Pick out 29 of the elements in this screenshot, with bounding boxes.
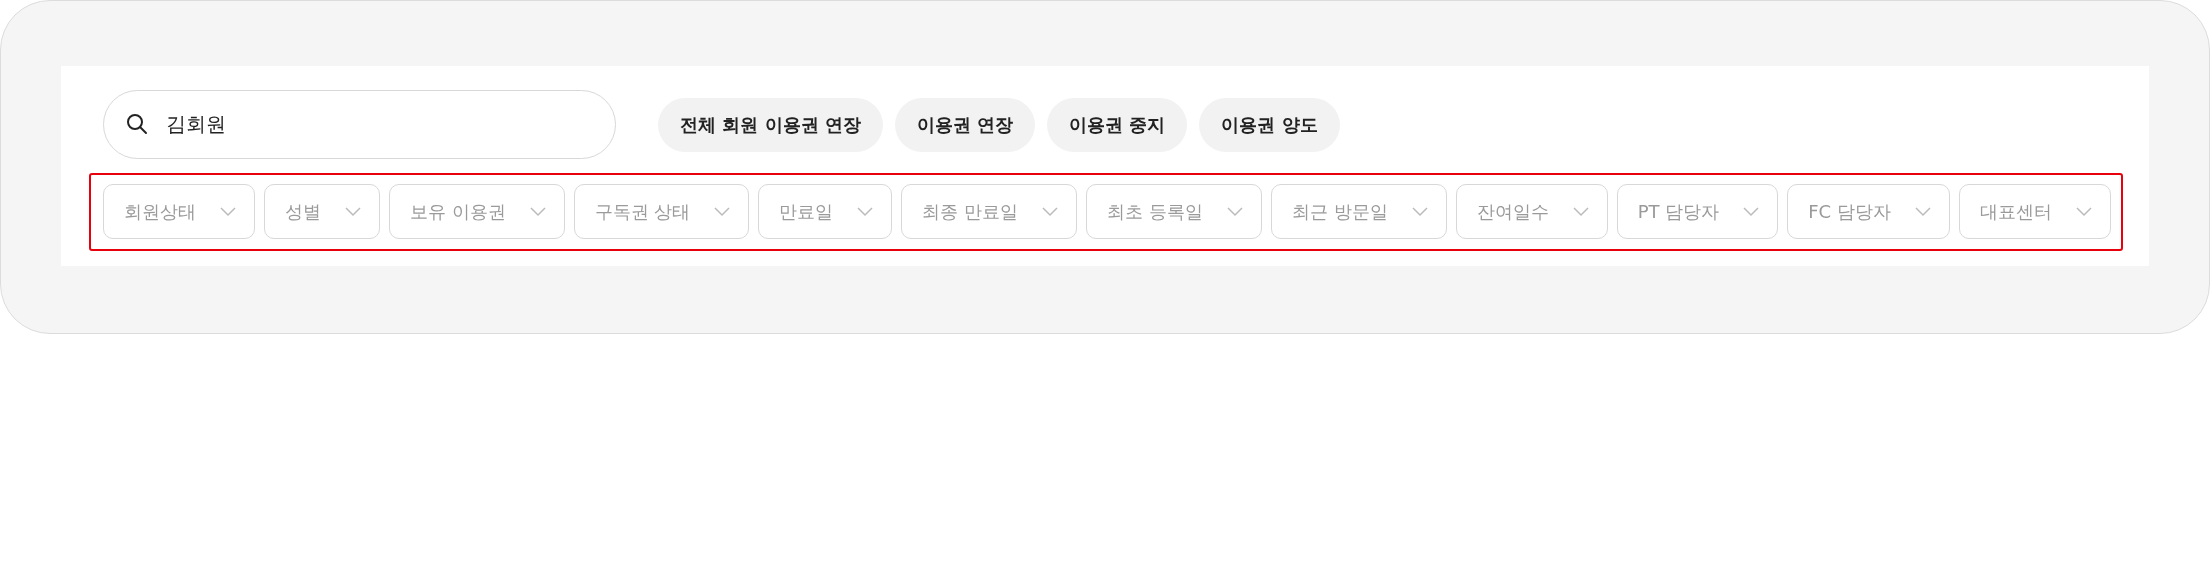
search-field[interactable]: 김회원 [103, 90, 616, 159]
chevron-icon [220, 206, 236, 217]
chevron-icon [1914, 206, 1931, 217]
filter-dropdown[interactable]: 대표센터 [1958, 184, 2111, 239]
filter-dropdown[interactable]: 최근 방문일 [1270, 184, 1447, 239]
chevron-icon [529, 206, 546, 217]
chevron-icon [1572, 206, 1589, 217]
chevron-icon [1743, 206, 1760, 217]
filter-dropdown[interactable]: 성별 [264, 184, 380, 239]
chevron-icon [1042, 206, 1059, 217]
filter-dropdown[interactable]: 잔여일수 [1455, 184, 1608, 239]
filter-dropdown[interactable]: 구독권 상태 [573, 184, 750, 239]
chevron-icon [857, 206, 874, 217]
chevron-icon [345, 206, 361, 217]
filter-dropdown[interactable]: FC 담당자 [1787, 184, 1950, 239]
filter-dropdown[interactable]: 회원상태 [103, 184, 255, 239]
filter-dropdown[interactable]: PT 담당자 [1616, 184, 1779, 239]
chevron-icon [1226, 206, 1243, 217]
action-button[interactable]: 전체 회원 이용권 연장 [658, 97, 883, 152]
chevron-icon [714, 206, 731, 217]
chevron-icon [2075, 206, 2092, 217]
action-button[interactable]: 이용권 중지 [1047, 97, 1188, 152]
action-button[interactable]: 이용권 연장 [894, 97, 1036, 152]
action-button[interactable]: 이용권 양도 [1199, 97, 1340, 152]
filter-dropdown[interactable]: 보유 이용권 [389, 184, 565, 239]
filter-dropdown[interactable]: 만료일 [758, 184, 893, 239]
chevron-icon [1411, 206, 1428, 217]
filter-dropdown[interactable]: 최종 만료일 [901, 184, 1078, 239]
filter-dropdown[interactable]: 최초 등록일 [1086, 184, 1262, 239]
